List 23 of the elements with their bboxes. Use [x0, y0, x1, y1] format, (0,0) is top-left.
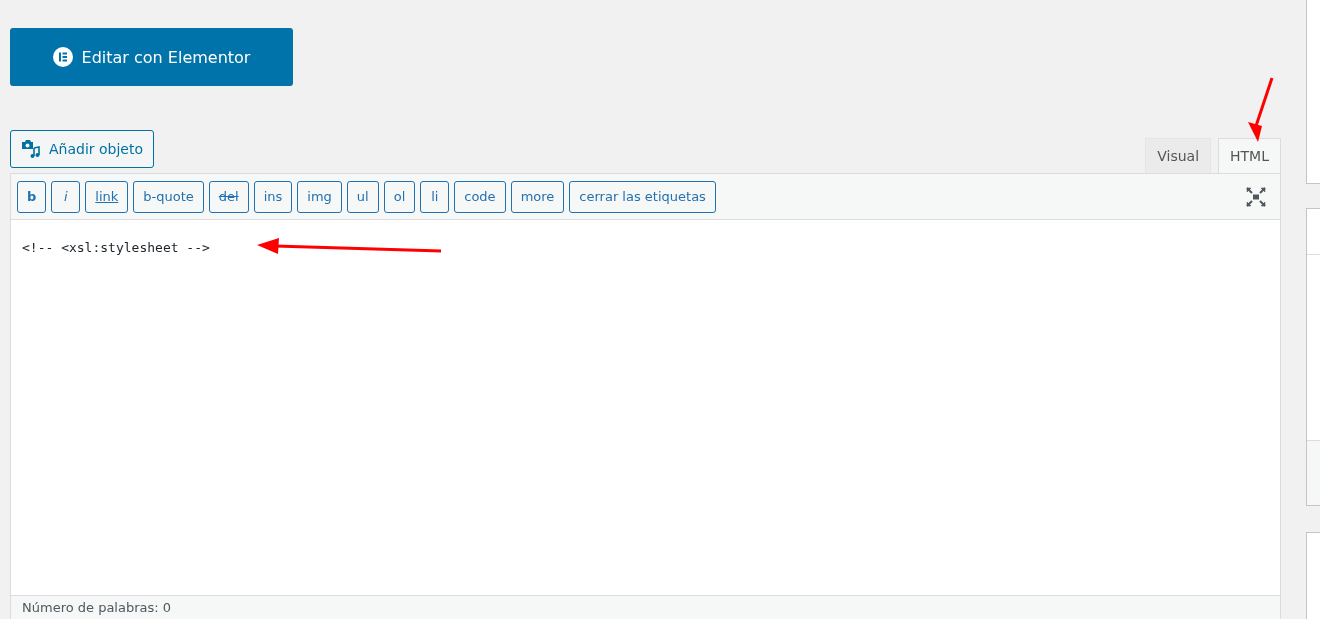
code-textarea[interactable]: <!-- <xsl:stylesheet --> [11, 220, 1280, 595]
quicktag-button[interactable]: b-quote [133, 180, 204, 213]
quicktag-button[interactable]: i [51, 180, 81, 213]
quicktag-button[interactable]: code [454, 180, 506, 213]
fullscreen-icon[interactable] [1246, 186, 1266, 207]
add-media-button[interactable]: Añadir objeto [10, 130, 155, 168]
quicktag-button[interactable]: ul [346, 180, 379, 213]
quicktag-button[interactable]: link [85, 180, 129, 213]
quicktag-button[interactable]: cerrar las etiquetas [569, 180, 716, 213]
quicktag-button[interactable]: img [297, 180, 342, 213]
edit-with-elementor-button[interactable]: Editar con Elementor [10, 28, 293, 86]
quicktag-button[interactable]: ins [253, 180, 293, 213]
quicktag-button[interactable]: b [17, 180, 47, 213]
editor-tab[interactable]: HTML [1218, 138, 1281, 173]
word-count: Número de palabras: 0 [22, 600, 172, 615]
quicktag-button[interactable]: del [208, 180, 249, 213]
camera-music-icon [21, 139, 41, 159]
quicktag-button[interactable]: ol [383, 180, 416, 213]
code-text: <!-- <xsl:stylesheet --> [22, 240, 210, 255]
editor-tab[interactable]: Visual [1145, 138, 1212, 173]
elementor-logo-icon [52, 47, 73, 67]
quicktag-button[interactable]: more [510, 180, 565, 213]
quicktag-button[interactable]: li [420, 180, 450, 213]
